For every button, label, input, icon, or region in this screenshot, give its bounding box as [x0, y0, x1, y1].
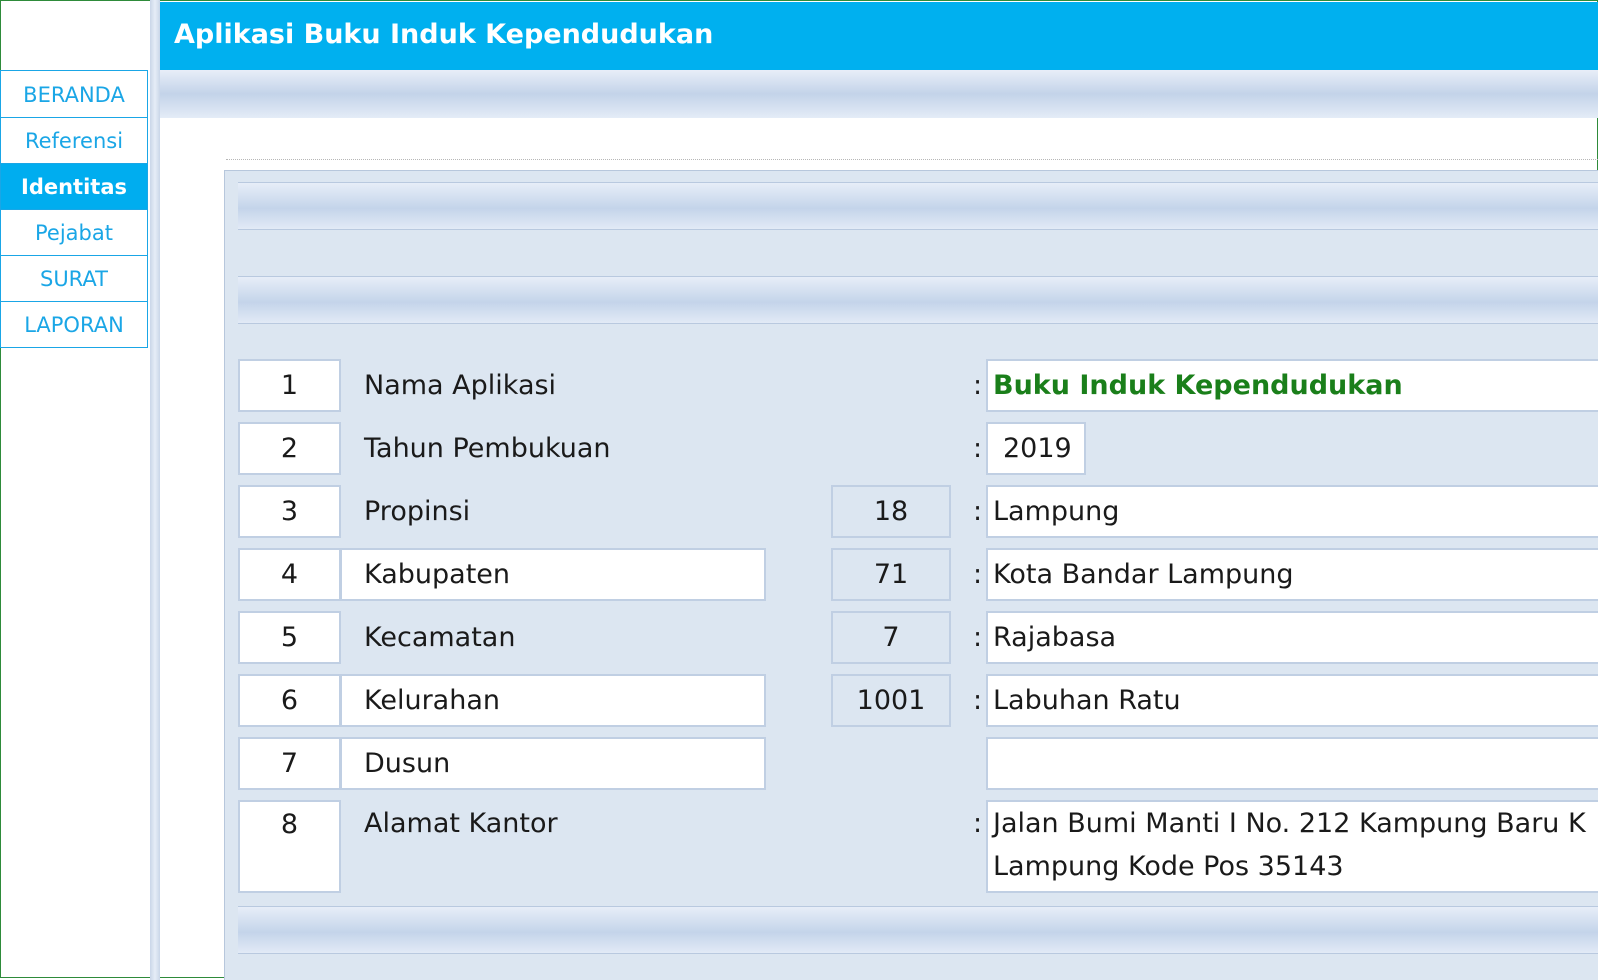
sidebar-nav: BERANDA Referensi Identitas Pejabat SURA…	[0, 70, 148, 348]
field-label-dusun: Dusun	[364, 748, 451, 779]
row-number: 7	[238, 737, 341, 790]
nav-item-laporan[interactable]: LAPORAN	[0, 302, 148, 348]
colon-separator: :	[973, 496, 983, 527]
sidebar-divider	[150, 0, 160, 980]
field-label-propinsi: Propinsi	[364, 496, 471, 527]
row-number: 2	[238, 422, 341, 475]
kecamatan-code-field[interactable]: 7	[831, 611, 951, 664]
row-number: 6	[238, 674, 341, 727]
kabupaten-code-field[interactable]: 71	[831, 548, 951, 601]
nav-item-surat[interactable]: SURAT	[0, 256, 148, 302]
panel-subheader-band	[238, 276, 1598, 324]
field-label-nama-aplikasi: Nama Aplikasi	[364, 370, 557, 401]
field-label-kabupaten: Kabupaten	[364, 559, 511, 590]
nama-aplikasi-field[interactable]: Buku Induk Kependudukan	[986, 359, 1598, 412]
nav-item-referensi[interactable]: Referensi	[0, 118, 148, 164]
kelurahan-field[interactable]: Labuhan Ratu	[986, 674, 1598, 727]
panel-header-band	[238, 182, 1598, 230]
propinsi-field[interactable]: Lampung	[986, 485, 1598, 538]
colon-separator: :	[973, 433, 983, 464]
app-title: Aplikasi Buku Induk Kependudukan	[174, 19, 714, 50]
nav-item-beranda[interactable]: BERANDA	[0, 70, 148, 118]
colon-separator: :	[973, 808, 983, 839]
row-number: 8	[238, 800, 341, 893]
propinsi-code-field[interactable]: 18	[831, 485, 951, 538]
field-label-alamat-kantor: Alamat Kantor	[364, 808, 558, 839]
colon-separator: :	[973, 370, 983, 401]
dotted-divider	[226, 159, 1598, 160]
colon-separator: :	[973, 622, 983, 653]
field-label-tahun-pembukuan: Tahun Pembukuan	[364, 433, 611, 464]
kelurahan-code-field[interactable]: 1001	[831, 674, 951, 727]
panel-footer-band	[238, 906, 1598, 954]
row-number: 3	[238, 485, 341, 538]
colon-separator: :	[973, 559, 983, 590]
nav-item-identitas[interactable]: Identitas	[0, 164, 148, 210]
alamat-line-2: Lampung Kode Pos 35143	[993, 851, 1344, 882]
row-number: 5	[238, 611, 341, 664]
row-number: 4	[238, 548, 341, 601]
colon-separator: :	[973, 685, 983, 716]
alamat-kantor-field[interactable]: Jalan Bumi Manti I No. 212 Kampung Baru …	[986, 800, 1598, 893]
tahun-pembukuan-field[interactable]: 2019	[986, 422, 1086, 475]
dusun-field[interactable]	[986, 737, 1598, 790]
kabupaten-field[interactable]: Kota Bandar Lampung	[986, 548, 1598, 601]
title-bar: Aplikasi Buku Induk Kependudukan	[160, 2, 1598, 70]
kecamatan-field[interactable]: Rajabasa	[986, 611, 1598, 664]
field-label-kelurahan: Kelurahan	[364, 685, 501, 716]
toolbar-band	[160, 70, 1598, 118]
field-label-kecamatan: Kecamatan	[364, 622, 516, 653]
nav-item-pejabat[interactable]: Pejabat	[0, 210, 148, 256]
row-number: 1	[238, 359, 341, 412]
alamat-line-1: Jalan Bumi Manti I No. 212 Kampung Baru …	[993, 808, 1586, 839]
